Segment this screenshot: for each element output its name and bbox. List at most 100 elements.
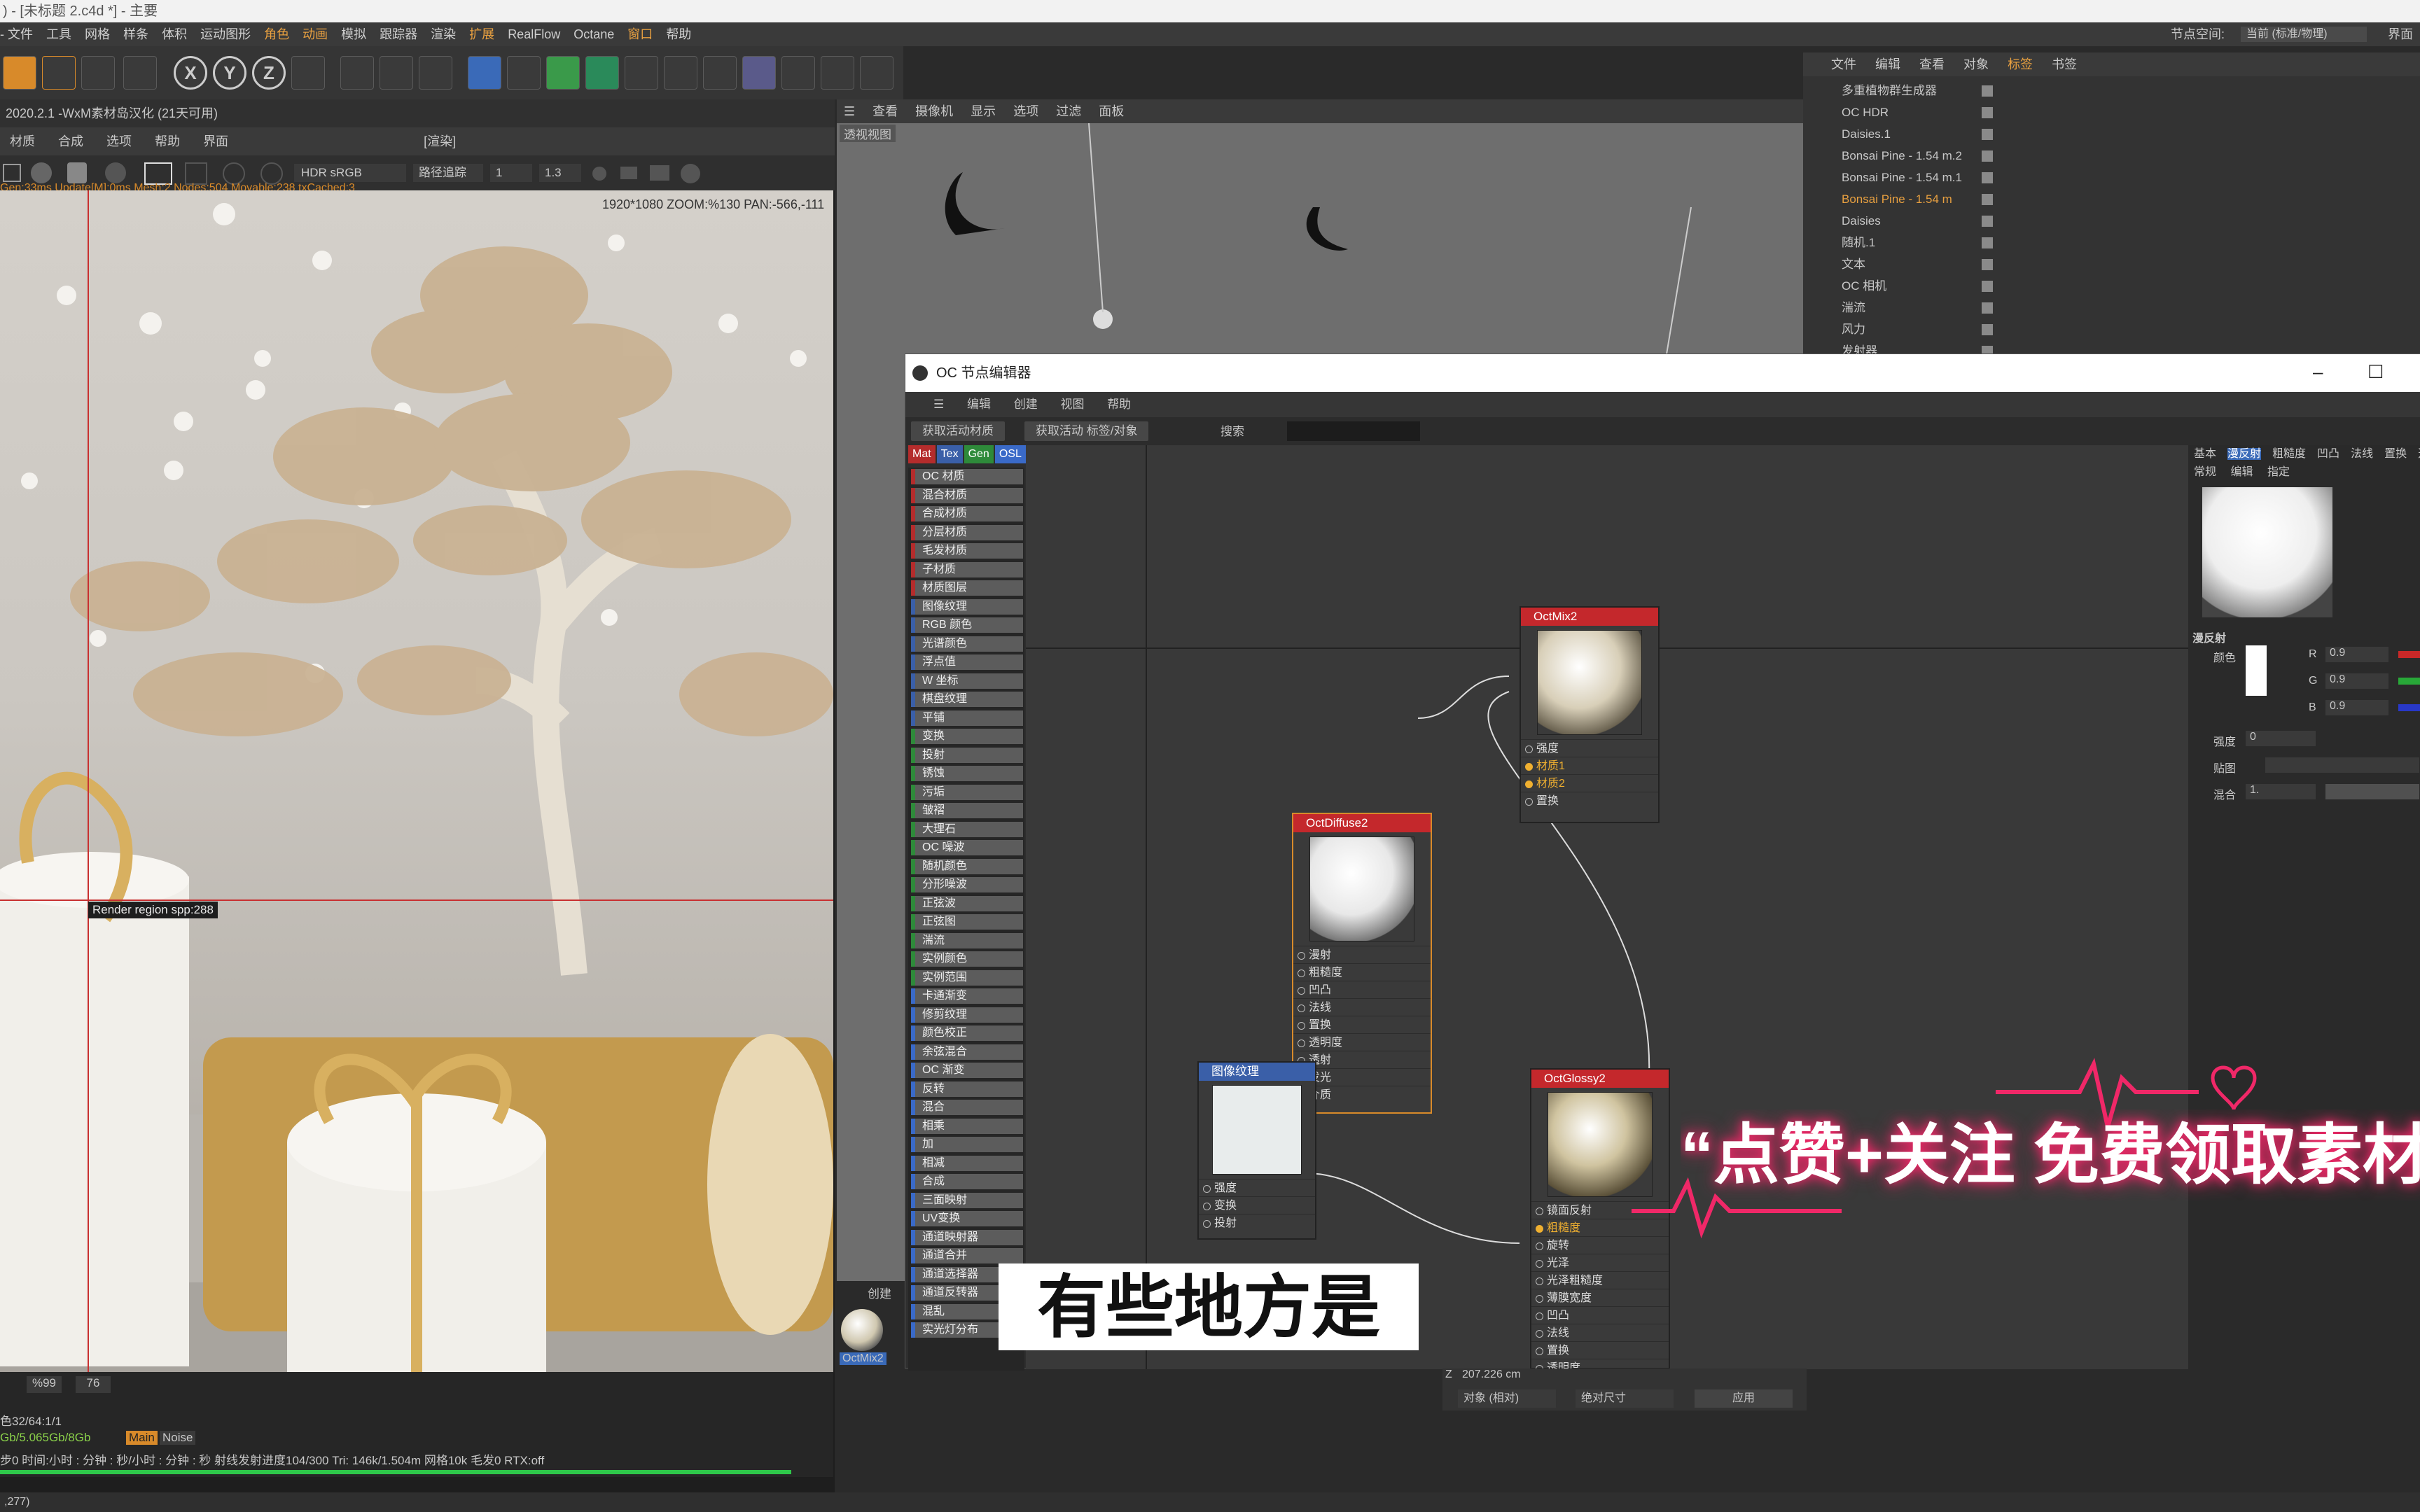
tag-noise[interactable]: Noise xyxy=(160,1431,196,1445)
node-pin[interactable]: 粗糙度 xyxy=(1293,963,1431,981)
node-list-item[interactable]: 毛发材质 xyxy=(911,543,1023,559)
node-pin[interactable]: 材质1 xyxy=(1521,757,1658,774)
node-list-item[interactable]: W 坐标 xyxy=(911,673,1023,689)
y-axis-icon[interactable]: Y xyxy=(213,56,246,90)
color-mode-dropdown[interactable]: HDR sRGB xyxy=(294,164,406,182)
node-list-item[interactable]: 相乘 xyxy=(911,1118,1023,1134)
visibility-icon[interactable] xyxy=(1982,324,1993,335)
visibility-icon[interactable] xyxy=(1982,216,1993,227)
viewport-menu-item[interactable]: 选项 xyxy=(1013,104,1038,118)
b-slider[interactable] xyxy=(2398,704,2420,711)
get-tag-button[interactable]: 获取活动 标签/对象 xyxy=(1024,421,1149,441)
camera-icon[interactable] xyxy=(821,56,854,90)
cube-select-icon[interactable] xyxy=(3,56,36,90)
light-icon[interactable] xyxy=(860,56,893,90)
sphere-icon[interactable] xyxy=(105,162,126,183)
node-pin[interactable]: 漫射 xyxy=(1293,946,1431,963)
viewer-menu-item[interactable]: [渲染] xyxy=(424,134,456,148)
node-pin[interactable]: 变换 xyxy=(1199,1196,1315,1214)
object-row[interactable]: 文本 xyxy=(1803,254,2420,275)
node-list-item[interactable]: OC 渐变 xyxy=(911,1063,1023,1078)
film-icon[interactable] xyxy=(620,167,637,179)
visibility-icon[interactable] xyxy=(1982,172,1993,183)
dot-icon[interactable] xyxy=(592,167,606,181)
get-material-button[interactable]: 获取活动材质 xyxy=(911,421,1005,441)
floor-icon[interactable] xyxy=(781,56,815,90)
value-input[interactable]: 1.3 xyxy=(539,164,581,182)
hamburger-icon[interactable]: ☰ xyxy=(933,398,944,411)
menu-item[interactable]: Octane xyxy=(573,22,614,46)
visibility-icon[interactable] xyxy=(1982,259,1993,270)
node-list-item[interactable]: 大理石 xyxy=(911,821,1023,837)
tag-main[interactable]: Main xyxy=(126,1431,158,1445)
node-pin[interactable]: 置换 xyxy=(1521,792,1658,809)
menu-item[interactable]: 窗口 xyxy=(627,22,653,46)
node-list-item[interactable]: 分层材质 xyxy=(911,524,1023,540)
node-octmix[interactable]: OctMix2 强度 材质1 材质2 置换 xyxy=(1520,606,1660,823)
viewer-menu-item[interactable]: 合成 xyxy=(58,134,83,148)
gear-icon[interactable] xyxy=(31,162,52,183)
node-list-item[interactable]: 合成 xyxy=(911,1174,1023,1189)
node-list-item[interactable]: OC 噪波 xyxy=(911,840,1023,855)
node-list-item[interactable]: 图像纹理 xyxy=(911,598,1023,615)
maximize-icon[interactable]: ☐ xyxy=(2367,361,2384,383)
category-tab[interactable]: Tex xyxy=(936,445,963,463)
node-list-item[interactable]: 相减 xyxy=(911,1155,1023,1171)
viewport-menu-item[interactable]: 查看 xyxy=(872,104,898,118)
rotate-icon[interactable] xyxy=(42,56,76,90)
menu-item[interactable]: 渲染 xyxy=(431,22,456,46)
visibility-icon[interactable] xyxy=(1982,194,1993,205)
node-pin[interactable]: 置换 xyxy=(1531,1341,1669,1359)
node-list-item[interactable]: 余弦混合 xyxy=(911,1044,1023,1060)
category-tab[interactable]: Mat xyxy=(908,445,936,463)
node-pin[interactable]: 薄膜宽度 xyxy=(1531,1289,1669,1306)
node-list-item[interactable]: 通道合并 xyxy=(911,1248,1023,1264)
menu-item[interactable]: 标签 xyxy=(2008,57,2033,71)
z-axis-icon[interactable]: Z xyxy=(252,56,286,90)
viewer-menu-item[interactable]: 帮助 xyxy=(155,134,180,148)
menu-item[interactable]: 查看 xyxy=(1919,57,1945,71)
viewer-menu-item[interactable]: 界面 xyxy=(203,134,228,148)
kernel-dropdown[interactable]: 路径追踪 xyxy=(413,164,483,182)
menu-item[interactable]: 扩展 xyxy=(469,22,494,46)
measure-icon[interactable] xyxy=(703,56,737,90)
object-row[interactable]: 湍流 xyxy=(1803,298,2420,318)
z-value[interactable]: 207.226 cm xyxy=(1462,1368,1521,1381)
r-input[interactable]: 0.9 xyxy=(2325,647,2388,662)
object-row[interactable]: 随机.1 xyxy=(1803,232,2420,253)
node-list-item[interactable]: UV变换 xyxy=(911,1211,1023,1226)
node-list-item[interactable]: 随机颜色 xyxy=(911,858,1023,874)
menu-item[interactable]: 工具 xyxy=(46,22,71,46)
node-list-item[interactable]: 材质图层 xyxy=(911,580,1023,596)
object-row[interactable]: OC HDR xyxy=(1803,102,2420,123)
menu-item[interactable]: 编辑 xyxy=(1875,57,1900,71)
menu-item[interactable]: 运动图形 xyxy=(200,22,251,46)
node-list-item[interactable]: 合成材质 xyxy=(911,506,1023,522)
size-mode-dropdown[interactable]: 绝对尺寸 xyxy=(1576,1390,1674,1408)
object-row[interactable]: Bonsai Pine - 1.54 m.2 xyxy=(1803,146,2420,167)
node-list-item[interactable]: 投射 xyxy=(911,747,1023,763)
pen-icon[interactable] xyxy=(507,56,541,90)
r-slider[interactable] xyxy=(2398,651,2420,658)
node-pin[interactable]: 材质2 xyxy=(1521,774,1658,792)
node-pin[interactable]: 透明度 xyxy=(1531,1359,1669,1369)
node-list-item[interactable]: 通道映射器 xyxy=(911,1229,1023,1245)
attribute-tab[interactable]: 粗糙度 xyxy=(2272,448,2306,460)
menu-item[interactable]: - 文件 xyxy=(0,22,33,46)
object-row[interactable]: 多重植物群生成器 xyxy=(1803,80,2420,102)
node-list-item[interactable]: 平铺 xyxy=(911,710,1023,726)
visibility-icon[interactable] xyxy=(1982,302,1993,314)
node-list-item[interactable]: 混合 xyxy=(911,1100,1023,1115)
node-pin[interactable]: 凹凸 xyxy=(1293,981,1431,998)
node-pin[interactable]: 法线 xyxy=(1293,998,1431,1016)
render-play-icon[interactable] xyxy=(380,56,413,90)
visibility-icon[interactable] xyxy=(1982,107,1993,118)
menu-item[interactable]: 视图 xyxy=(1060,398,1084,411)
value-input[interactable]: 1 xyxy=(490,164,532,182)
node-pin[interactable]: 投射 xyxy=(1199,1214,1315,1231)
node-pin[interactable]: 凹凸 xyxy=(1531,1306,1669,1324)
node-list-item[interactable]: 变换 xyxy=(911,729,1023,744)
mix-input[interactable]: 1. xyxy=(2246,784,2316,799)
menu-item[interactable]: 跟踪器 xyxy=(380,22,417,46)
b-input[interactable]: 0.9 xyxy=(2325,700,2388,715)
